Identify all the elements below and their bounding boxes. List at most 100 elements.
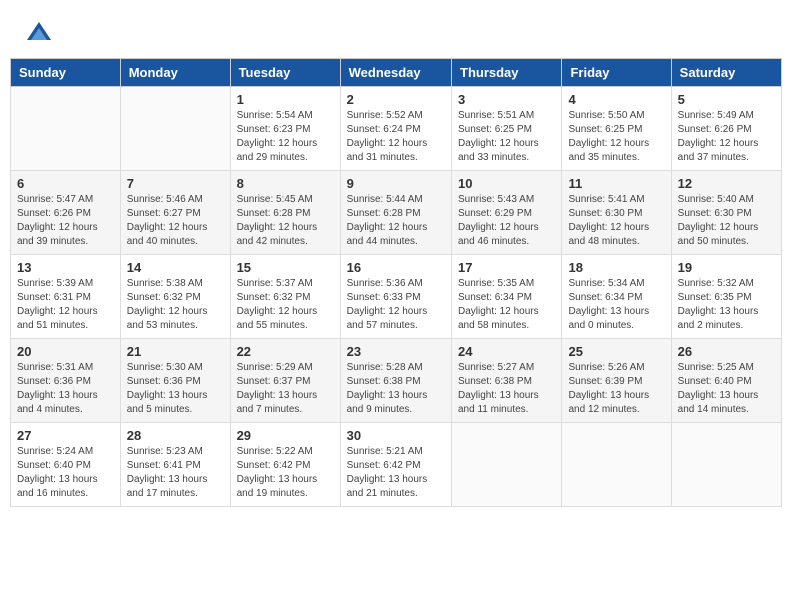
day-info: Sunrise: 5:27 AMSunset: 6:38 PMDaylight:… xyxy=(458,361,555,417)
day-number: 16 xyxy=(347,260,445,275)
day-number: 9 xyxy=(347,176,445,191)
day-number: 12 xyxy=(678,176,775,191)
day-info: Sunrise: 5:23 AMSunset: 6:41 PMDaylight:… xyxy=(127,445,224,501)
day-number: 8 xyxy=(237,176,334,191)
calendar-cell: 17 Sunrise: 5:35 AMSunset: 6:34 PMDayligh… xyxy=(452,255,562,339)
calendar-cell: 16 Sunrise: 5:36 AMSunset: 6:33 PMDayligh… xyxy=(340,255,451,339)
calendar-cell xyxy=(562,423,671,507)
calendar-cell: 18 Sunrise: 5:34 AMSunset: 6:34 PMDayligh… xyxy=(562,255,671,339)
day-header-sunday: Sunday xyxy=(11,59,121,87)
day-number: 20 xyxy=(17,344,114,359)
day-info: Sunrise: 5:51 AMSunset: 6:25 PMDaylight:… xyxy=(458,109,555,165)
day-info: Sunrise: 5:49 AMSunset: 6:26 PMDaylight:… xyxy=(678,109,775,165)
day-info: Sunrise: 5:28 AMSunset: 6:38 PMDaylight:… xyxy=(347,361,445,417)
day-info: Sunrise: 5:35 AMSunset: 6:34 PMDaylight:… xyxy=(458,277,555,333)
day-info: Sunrise: 5:36 AMSunset: 6:33 PMDaylight:… xyxy=(347,277,445,333)
day-number: 29 xyxy=(237,428,334,443)
calendar-cell: 28 Sunrise: 5:23 AMSunset: 6:41 PMDayligh… xyxy=(120,423,230,507)
day-number: 24 xyxy=(458,344,555,359)
calendar-cell xyxy=(120,87,230,171)
day-number: 13 xyxy=(17,260,114,275)
day-number: 27 xyxy=(17,428,114,443)
calendar-table: SundayMondayTuesdayWednesdayThursdayFrid… xyxy=(10,58,782,507)
day-info: Sunrise: 5:50 AMSunset: 6:25 PMDaylight:… xyxy=(568,109,664,165)
day-header-wednesday: Wednesday xyxy=(340,59,451,87)
day-header-saturday: Saturday xyxy=(671,59,781,87)
calendar-cell: 27 Sunrise: 5:24 AMSunset: 6:40 PMDayligh… xyxy=(11,423,121,507)
day-info: Sunrise: 5:29 AMSunset: 6:37 PMDaylight:… xyxy=(237,361,334,417)
day-number: 5 xyxy=(678,92,775,107)
day-header-monday: Monday xyxy=(120,59,230,87)
day-info: Sunrise: 5:39 AMSunset: 6:31 PMDaylight:… xyxy=(17,277,114,333)
calendar-cell: 21 Sunrise: 5:30 AMSunset: 6:36 PMDayligh… xyxy=(120,339,230,423)
calendar-cell: 25Sunrise: 5:26 AMSunset: 6:39 PMDayligh… xyxy=(562,339,671,423)
calendar-cell: 9 Sunrise: 5:44 AMSunset: 6:28 PMDaylight… xyxy=(340,171,451,255)
calendar-cell: 5 Sunrise: 5:49 AMSunset: 6:26 PMDaylight… xyxy=(671,87,781,171)
day-number: 14 xyxy=(127,260,224,275)
day-number: 30 xyxy=(347,428,445,443)
calendar-cell: 23 Sunrise: 5:28 AMSunset: 6:38 PMDayligh… xyxy=(340,339,451,423)
logo-icon xyxy=(25,20,53,48)
calendar-cell: 8 Sunrise: 5:45 AMSunset: 6:28 PMDaylight… xyxy=(230,171,340,255)
day-number: 26 xyxy=(678,344,775,359)
day-number: 17 xyxy=(458,260,555,275)
day-number: 7 xyxy=(127,176,224,191)
day-info: Sunrise: 5:22 AMSunset: 6:42 PMDaylight:… xyxy=(237,445,334,501)
calendar-cell: 7 Sunrise: 5:46 AMSunset: 6:27 PMDaylight… xyxy=(120,171,230,255)
day-number: 3 xyxy=(458,92,555,107)
week-row-1: 1 Sunrise: 5:54 AMSunset: 6:23 PMDaylight… xyxy=(11,87,782,171)
week-row-2: 6Sunrise: 5:47 AMSunset: 6:26 PMDaylight… xyxy=(11,171,782,255)
week-row-5: 27 Sunrise: 5:24 AMSunset: 6:40 PMDayligh… xyxy=(11,423,782,507)
day-number: 28 xyxy=(127,428,224,443)
day-info: Sunrise: 5:31 AMSunset: 6:36 PMDaylight:… xyxy=(17,361,114,417)
day-info: Sunrise: 5:40 AMSunset: 6:30 PMDaylight:… xyxy=(678,193,775,249)
day-info: Sunrise: 5:30 AMSunset: 6:36 PMDaylight:… xyxy=(127,361,224,417)
calendar-cell: 24 Sunrise: 5:27 AMSunset: 6:38 PMDayligh… xyxy=(452,339,562,423)
day-info: Sunrise: 5:46 AMSunset: 6:27 PMDaylight:… xyxy=(127,193,224,249)
day-number: 11 xyxy=(568,176,664,191)
calendar-cell: 13 Sunrise: 5:39 AMSunset: 6:31 PMDayligh… xyxy=(11,255,121,339)
day-number: 18 xyxy=(568,260,664,275)
calendar-cell xyxy=(11,87,121,171)
day-info: Sunrise: 5:52 AMSunset: 6:24 PMDaylight:… xyxy=(347,109,445,165)
day-number: 15 xyxy=(237,260,334,275)
day-number: 10 xyxy=(458,176,555,191)
calendar-cell: 22 Sunrise: 5:29 AMSunset: 6:37 PMDayligh… xyxy=(230,339,340,423)
week-row-4: 20 Sunrise: 5:31 AMSunset: 6:36 PMDayligh… xyxy=(11,339,782,423)
day-header-friday: Friday xyxy=(562,59,671,87)
week-row-3: 13 Sunrise: 5:39 AMSunset: 6:31 PMDayligh… xyxy=(11,255,782,339)
day-number: 4 xyxy=(568,92,664,107)
page-header xyxy=(10,10,782,53)
calendar-cell: 4 Sunrise: 5:50 AMSunset: 6:25 PMDaylight… xyxy=(562,87,671,171)
calendar-cell: 19Sunrise: 5:32 AMSunset: 6:35 PMDayligh… xyxy=(671,255,781,339)
calendar-cell: 30 Sunrise: 5:21 AMSunset: 6:42 PMDayligh… xyxy=(340,423,451,507)
day-info: Sunrise: 5:41 AMSunset: 6:30 PMDaylight:… xyxy=(568,193,664,249)
calendar-cell: 2 Sunrise: 5:52 AMSunset: 6:24 PMDaylight… xyxy=(340,87,451,171)
day-number: 22 xyxy=(237,344,334,359)
calendar-cell: 14 Sunrise: 5:38 AMSunset: 6:32 PMDayligh… xyxy=(120,255,230,339)
day-info: Sunrise: 5:34 AMSunset: 6:34 PMDaylight:… xyxy=(568,277,664,333)
calendar-cell xyxy=(671,423,781,507)
day-info: Sunrise: 5:54 AMSunset: 6:23 PMDaylight:… xyxy=(237,109,334,165)
day-number: 21 xyxy=(127,344,224,359)
day-info: Sunrise: 5:37 AMSunset: 6:32 PMDaylight:… xyxy=(237,277,334,333)
calendar-cell: 29 Sunrise: 5:22 AMSunset: 6:42 PMDayligh… xyxy=(230,423,340,507)
day-info: Sunrise: 5:26 AMSunset: 6:39 PMDaylight:… xyxy=(568,361,664,417)
day-header-tuesday: Tuesday xyxy=(230,59,340,87)
day-info: Sunrise: 5:21 AMSunset: 6:42 PMDaylight:… xyxy=(347,445,445,501)
day-info: Sunrise: 5:45 AMSunset: 6:28 PMDaylight:… xyxy=(237,193,334,249)
day-info: Sunrise: 5:25 AMSunset: 6:40 PMDaylight:… xyxy=(678,361,775,417)
day-info: Sunrise: 5:38 AMSunset: 6:32 PMDaylight:… xyxy=(127,277,224,333)
day-number: 1 xyxy=(237,92,334,107)
calendar-cell: 11 Sunrise: 5:41 AMSunset: 6:30 PMDayligh… xyxy=(562,171,671,255)
day-info: Sunrise: 5:24 AMSunset: 6:40 PMDaylight:… xyxy=(17,445,114,501)
calendar-cell xyxy=(452,423,562,507)
calendar-cell: 12 Sunrise: 5:40 AMSunset: 6:30 PMDayligh… xyxy=(671,171,781,255)
calendar-cell: 1 Sunrise: 5:54 AMSunset: 6:23 PMDaylight… xyxy=(230,87,340,171)
day-number: 2 xyxy=(347,92,445,107)
day-number: 23 xyxy=(347,344,445,359)
header-row: SundayMondayTuesdayWednesdayThursdayFrid… xyxy=(11,59,782,87)
calendar-cell: 10Sunrise: 5:43 AMSunset: 6:29 PMDayligh… xyxy=(452,171,562,255)
calendar-cell: 6Sunrise: 5:47 AMSunset: 6:26 PMDaylight… xyxy=(11,171,121,255)
day-info: Sunrise: 5:44 AMSunset: 6:28 PMDaylight:… xyxy=(347,193,445,249)
